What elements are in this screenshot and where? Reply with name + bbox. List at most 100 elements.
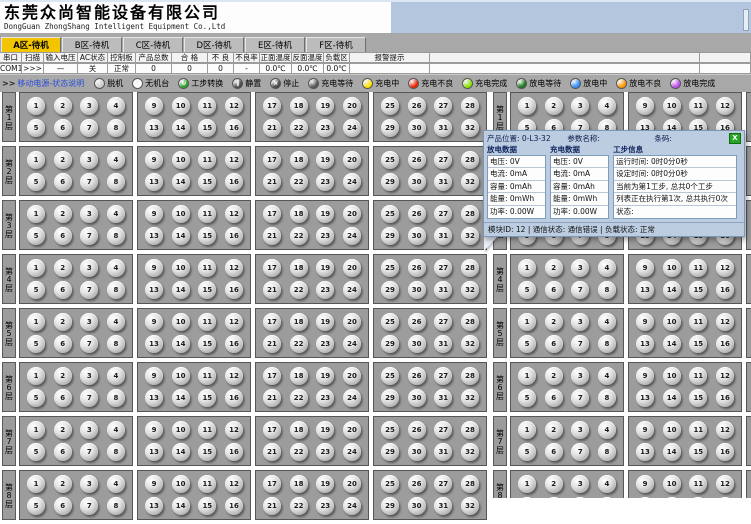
cell-circle[interactable]: 2 xyxy=(545,367,563,385)
cell-circle[interactable]: 11 xyxy=(198,367,216,385)
cell-circle[interactable]: 25 xyxy=(381,421,399,439)
cell-circle[interactable]: 31 xyxy=(434,173,452,191)
cell-circle[interactable]: 25 xyxy=(381,475,399,493)
cell-circle[interactable]: 2 xyxy=(545,475,563,493)
cell-circle[interactable]: 14 xyxy=(172,497,190,515)
cell-circle[interactable]: 17 xyxy=(263,313,281,331)
cell-circle[interactable]: 4 xyxy=(107,151,125,169)
cell-circle[interactable]: 4 xyxy=(598,475,616,493)
cell-circle[interactable]: 1 xyxy=(27,367,45,385)
cell-circle[interactable]: 1 xyxy=(27,421,45,439)
cell-circle[interactable]: 9 xyxy=(145,313,163,331)
cell-circle[interactable]: 7 xyxy=(571,389,589,407)
cell-circle[interactable]: 26 xyxy=(408,259,426,277)
cell-circle[interactable]: 16 xyxy=(225,443,243,461)
cell-circle[interactable]: 11 xyxy=(689,259,707,277)
cell-circle[interactable]: 29 xyxy=(381,119,399,137)
cell-circle[interactable]: 17 xyxy=(263,475,281,493)
cell-circle[interactable]: 1 xyxy=(27,97,45,115)
cell-circle[interactable]: 29 xyxy=(381,281,399,299)
cell-circle[interactable]: 18 xyxy=(290,259,308,277)
cell-circle[interactable]: 32 xyxy=(461,443,479,461)
cell-circle[interactable]: 4 xyxy=(598,421,616,439)
cell-circle[interactable]: 12 xyxy=(225,421,243,439)
cell-circle[interactable]: 25 xyxy=(381,151,399,169)
cell-circle[interactable]: 28 xyxy=(461,259,479,277)
cell-circle[interactable]: 14 xyxy=(172,281,190,299)
cell-circle[interactable]: 8 xyxy=(107,173,125,191)
cell-circle[interactable]: 31 xyxy=(434,443,452,461)
cell-circle[interactable]: 7 xyxy=(571,443,589,461)
cell-circle[interactable]: 13 xyxy=(145,227,163,245)
cell-circle[interactable]: 20 xyxy=(343,313,361,331)
cell-circle[interactable]: 4 xyxy=(598,313,616,331)
cell-circle[interactable]: 17 xyxy=(263,259,281,277)
cell-circle[interactable]: 23 xyxy=(316,389,334,407)
close-icon[interactable]: X xyxy=(729,133,741,144)
cell-circle[interactable]: 29 xyxy=(381,389,399,407)
cell-circle[interactable]: 20 xyxy=(343,421,361,439)
cell-circle[interactable]: 13 xyxy=(145,497,163,515)
cell-circle[interactable]: 5 xyxy=(27,119,45,137)
cell-circle[interactable]: 6 xyxy=(54,335,72,353)
cell-circle[interactable]: 11 xyxy=(689,421,707,439)
cell-circle[interactable]: 3 xyxy=(571,97,589,115)
cell-circle[interactable]: 19 xyxy=(316,151,334,169)
cell-circle[interactable]: 22 xyxy=(290,335,308,353)
cell-circle[interactable]: 10 xyxy=(172,313,190,331)
cell-circle[interactable]: 15 xyxy=(689,389,707,407)
cell-circle[interactable]: 6 xyxy=(545,335,563,353)
cell-circle[interactable]: 30 xyxy=(408,173,426,191)
cell-circle[interactable]: 22 xyxy=(290,497,308,515)
cell-circle[interactable]: 9 xyxy=(145,367,163,385)
cell-circle[interactable]: 29 xyxy=(381,497,399,515)
cell-circle[interactable]: 19 xyxy=(316,475,334,493)
cell-circle[interactable]: 22 xyxy=(290,389,308,407)
cell-circle[interactable]: 11 xyxy=(198,475,216,493)
cell-circle[interactable]: 11 xyxy=(198,97,216,115)
cell-circle[interactable]: 16 xyxy=(225,281,243,299)
cell-circle[interactable]: 28 xyxy=(461,475,479,493)
cell-circle[interactable]: 28 xyxy=(461,421,479,439)
cell-circle[interactable]: 20 xyxy=(343,259,361,277)
cell-circle[interactable]: 13 xyxy=(145,281,163,299)
cell-circle[interactable]: 6 xyxy=(54,227,72,245)
cell-circle[interactable]: 23 xyxy=(316,281,334,299)
cell-circle[interactable]: 2 xyxy=(545,259,563,277)
cell-circle[interactable]: 12 xyxy=(225,259,243,277)
cell-circle[interactable]: 11 xyxy=(689,97,707,115)
cell-circle[interactable]: 4 xyxy=(107,421,125,439)
cell-circle[interactable]: 16 xyxy=(225,227,243,245)
cell-circle[interactable]: 9 xyxy=(636,313,654,331)
cell-circle[interactable]: 22 xyxy=(290,173,308,191)
cell-circle[interactable]: 18 xyxy=(290,151,308,169)
cell-circle[interactable]: 14 xyxy=(172,173,190,191)
cell-circle[interactable]: 9 xyxy=(145,151,163,169)
cell-circle[interactable]: 21 xyxy=(263,281,281,299)
cell-circle[interactable]: 5 xyxy=(27,443,45,461)
cell-circle[interactable]: 1 xyxy=(518,97,536,115)
cell-circle[interactable]: 31 xyxy=(434,119,452,137)
cell-circle[interactable]: 16 xyxy=(225,497,243,515)
cell-circle[interactable]: 2 xyxy=(54,367,72,385)
cell-circle[interactable]: 15 xyxy=(198,281,216,299)
cell-circle[interactable]: 20 xyxy=(343,205,361,223)
cell-circle[interactable]: 24 xyxy=(343,389,361,407)
cell-circle[interactable]: 14 xyxy=(663,335,681,353)
cell-circle[interactable]: 9 xyxy=(636,475,654,493)
cell-circle[interactable]: 14 xyxy=(663,443,681,461)
cell-circle[interactable]: 2 xyxy=(54,313,72,331)
cell-circle[interactable]: 19 xyxy=(316,421,334,439)
cell-circle[interactable]: 12 xyxy=(716,259,734,277)
cell-circle[interactable]: 29 xyxy=(381,227,399,245)
titlebar-widget[interactable] xyxy=(743,9,749,31)
cell-circle[interactable]: 15 xyxy=(198,497,216,515)
cell-circle[interactable]: 25 xyxy=(381,367,399,385)
cell-circle[interactable]: 4 xyxy=(598,259,616,277)
cell-circle[interactable]: 10 xyxy=(172,205,190,223)
cell-circle[interactable]: 4 xyxy=(107,97,125,115)
cell-circle[interactable]: 16 xyxy=(225,389,243,407)
cell-circle[interactable]: 13 xyxy=(636,335,654,353)
cell-circle[interactable]: 11 xyxy=(198,421,216,439)
cell-circle[interactable]: 30 xyxy=(408,281,426,299)
